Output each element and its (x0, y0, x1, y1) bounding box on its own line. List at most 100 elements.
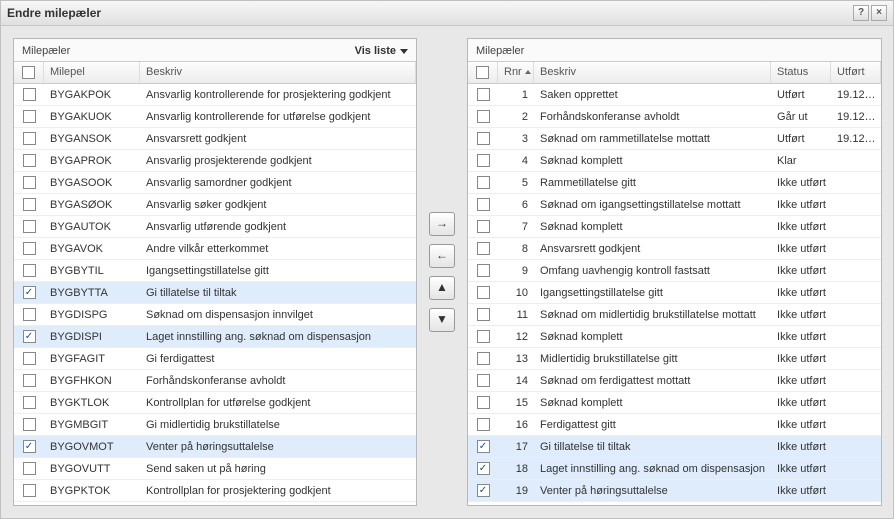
row-checkbox[interactable]: ✓ (23, 440, 36, 453)
table-row[interactable]: BYGRTGITGi rammetillatelse (14, 502, 416, 505)
table-row[interactable]: 16Ferdigattest gittIkke utført (468, 414, 881, 436)
row-checkbox[interactable] (23, 132, 36, 145)
table-row[interactable]: 4Søknad komplettKlar (468, 150, 881, 172)
row-checkbox[interactable] (477, 418, 490, 431)
row-checkbox[interactable] (23, 462, 36, 475)
table-row[interactable]: BYGMBGITGi midlertidig brukstillatelse (14, 414, 416, 436)
row-checkbox[interactable] (23, 264, 36, 277)
table-row[interactable]: BYGASØOKAnsvarlig søker godkjent (14, 194, 416, 216)
help-button[interactable]: ? (853, 5, 869, 21)
row-checkbox[interactable] (477, 330, 490, 343)
table-row[interactable]: BYGKTLOKKontrollplan for utførelse godkj… (14, 392, 416, 414)
row-checkbox[interactable] (477, 286, 490, 299)
col-status[interactable]: Status (771, 62, 831, 83)
table-row[interactable]: BYGPKTOKKontrollplan for prosjektering g… (14, 480, 416, 502)
table-row[interactable]: ✓BYGBYTTAGi tillatelse til tiltak (14, 282, 416, 304)
table-row[interactable]: ✓BYGDISPILaget innstilling ang. søknad o… (14, 326, 416, 348)
row-checkbox[interactable]: ✓ (23, 286, 36, 299)
row-checkbox[interactable] (477, 154, 490, 167)
table-row[interactable]: BYGBYTILIgangsettingstillatelse gitt (14, 260, 416, 282)
row-checkbox[interactable] (477, 110, 490, 123)
close-button[interactable]: × (871, 5, 887, 21)
row-checkbox[interactable] (23, 154, 36, 167)
row-checkbox[interactable] (477, 352, 490, 365)
table-row[interactable]: 1Saken opprettetUtført19.12… (468, 84, 881, 106)
row-checkbox[interactable] (23, 396, 36, 409)
cell-rnr: 20 (498, 504, 534, 506)
table-row[interactable]: 9Omfang uavhengig kontroll fastsattIkke … (468, 260, 881, 282)
table-row[interactable]: 14Søknad om ferdigattest mottattIkke utf… (468, 370, 881, 392)
cell-beskriv: Venter på høringsuttalelse (534, 482, 771, 500)
move-left-button[interactable]: ← (429, 244, 455, 268)
table-row[interactable]: BYGAPROKAnsvarlig prosjekterende godkjen… (14, 150, 416, 172)
header-checkbox[interactable] (476, 66, 489, 79)
table-row[interactable]: BYGAUTOKAnsvarlig utførende godkjent (14, 216, 416, 238)
row-checkbox[interactable] (477, 88, 490, 101)
move-up-button[interactable]: ▲ (429, 276, 455, 300)
left-grid-body[interactable]: BYGAKPOKAnsvarlig kontrollerende for pro… (14, 84, 416, 505)
row-checkbox[interactable]: ✓ (477, 462, 490, 475)
row-checkbox[interactable] (23, 220, 36, 233)
table-row[interactable]: BYGAKPOKAnsvarlig kontrollerende for pro… (14, 84, 416, 106)
table-row[interactable]: BYGAVOKAndre vilkår etterkommet (14, 238, 416, 260)
table-row[interactable]: ✓19Venter på høringsuttalelseIkke utført (468, 480, 881, 502)
table-row[interactable]: BYGFAGITGi ferdigattest (14, 348, 416, 370)
table-row[interactable]: 6Søknad om igangsettingstillatelse motta… (468, 194, 881, 216)
row-checkbox[interactable] (23, 484, 36, 497)
row-checkbox[interactable] (23, 418, 36, 431)
row-checkbox[interactable] (477, 176, 490, 189)
col-checkbox[interactable] (14, 62, 44, 83)
col-milepel[interactable]: Milepel (44, 62, 140, 83)
row-checkbox[interactable] (23, 198, 36, 211)
table-row[interactable]: 2Forhåndskonferanse avholdtGår ut19.12… (468, 106, 881, 128)
table-row[interactable]: 8Ansvarsrett godkjentIkke utført (468, 238, 881, 260)
col-utfort[interactable]: Utført (831, 62, 881, 83)
header-checkbox[interactable] (22, 66, 35, 79)
table-row[interactable]: 10Igangsettingstillatelse gittIkke utfør… (468, 282, 881, 304)
right-grid-body[interactable]: 1Saken opprettetUtført19.12…2Forhåndskon… (468, 84, 881, 505)
row-checkbox[interactable] (23, 374, 36, 387)
table-row[interactable]: ✓BYGOVMOTVenter på høringsuttalelse (14, 436, 416, 458)
table-row[interactable]: 15Søknad komplettIkke utført (468, 392, 881, 414)
table-row[interactable]: 5Rammetillatelse gittIkke utført (468, 172, 881, 194)
move-right-button[interactable]: → (429, 212, 455, 236)
col-beskriv[interactable]: Beskriv (534, 62, 771, 83)
table-row[interactable]: 13Midlertidig brukstillatelse gittIkke u… (468, 348, 881, 370)
table-row[interactable]: BYGOVUTTSend saken ut på høring (14, 458, 416, 480)
col-checkbox[interactable] (468, 62, 498, 83)
table-row[interactable]: BYGAKUOKAnsvarlig kontrollerende for utf… (14, 106, 416, 128)
row-checkbox[interactable] (23, 352, 36, 365)
col-rnr[interactable]: Rnr (498, 62, 534, 83)
row-checkbox[interactable] (23, 242, 36, 255)
row-checkbox[interactable] (23, 308, 36, 321)
row-checkbox[interactable] (23, 88, 36, 101)
row-checkbox[interactable] (477, 132, 490, 145)
row-checkbox[interactable]: ✓ (477, 440, 490, 453)
row-checkbox[interactable] (477, 308, 490, 321)
table-row[interactable]: 3Søknad om rammetillatelse mottattUtført… (468, 128, 881, 150)
table-row[interactable]: BYGASOOKAnsvarlig samordner godkjent (14, 172, 416, 194)
move-down-button[interactable]: ▼ (429, 308, 455, 332)
table-row[interactable]: ✓17Gi tillatelse til tiltakIkke utført (468, 436, 881, 458)
row-checkbox[interactable]: ✓ (477, 484, 490, 497)
row-checkbox[interactable] (477, 396, 490, 409)
row-checkbox[interactable] (23, 110, 36, 123)
table-row[interactable]: 7Søknad komplettIkke utført (468, 216, 881, 238)
table-row[interactable]: 12Søknad komplettIkke utført (468, 326, 881, 348)
table-row[interactable]: BYGFHKONForhåndskonferanse avholdt (14, 370, 416, 392)
table-row[interactable]: 20Saken avsluttetIkke utført (468, 502, 881, 505)
row-checkbox[interactable]: ✓ (23, 330, 36, 343)
table-row[interactable]: 11Søknad om midlertidig brukstillatelse … (468, 304, 881, 326)
table-row[interactable]: BYGDISPGSøknad om dispensasjon innvilget (14, 304, 416, 326)
table-row[interactable]: ✓18Laget innstilling ang. søknad om disp… (468, 458, 881, 480)
row-checkbox[interactable] (477, 220, 490, 233)
row-checkbox[interactable] (477, 264, 490, 277)
row-checkbox[interactable] (23, 176, 36, 189)
row-checkbox[interactable] (477, 242, 490, 255)
cell-rnr: 7 (498, 218, 534, 236)
col-beskriv[interactable]: Beskriv (140, 62, 416, 83)
row-checkbox[interactable] (477, 374, 490, 387)
view-toggle[interactable]: Vis liste (355, 45, 408, 57)
table-row[interactable]: BYGANSOKAnsvarsrett godkjent (14, 128, 416, 150)
row-checkbox[interactable] (477, 198, 490, 211)
